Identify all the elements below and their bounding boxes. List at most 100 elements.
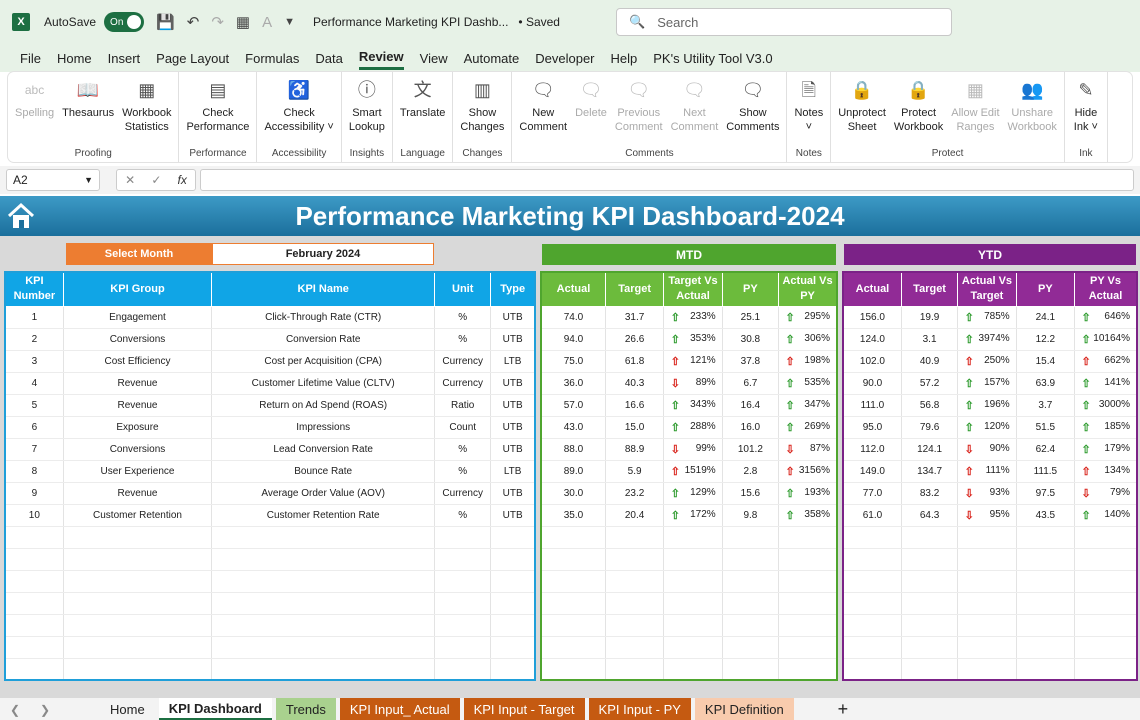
- kpi-group-cell[interactable]: Conversions: [63, 328, 213, 351]
- ytd-target-cell[interactable]: 19.9: [901, 306, 959, 329]
- empty-cell[interactable]: [663, 570, 723, 593]
- empty-cell[interactable]: [63, 658, 213, 681]
- kpi-number-cell[interactable]: 7: [5, 438, 64, 461]
- ytd-actual-cell[interactable]: 61.0: [843, 504, 902, 527]
- mtd-actual-vs-py-cell[interactable]: ⇧ 306%: [778, 328, 838, 351]
- mtd-actual-cell[interactable]: 57.0: [541, 394, 606, 417]
- ytd-actual-vs-target-cell[interactable]: ⇧ 111%: [957, 460, 1017, 483]
- mtd-py-cell[interactable]: 9.8: [722, 504, 780, 527]
- mtd-actual-cell[interactable]: 75.0: [541, 350, 606, 373]
- kpi-name-cell[interactable]: Bounce Rate: [211, 460, 436, 483]
- mtd-target-vs-actual-cell[interactable]: ⇧ 172%: [663, 504, 723, 527]
- empty-cell[interactable]: [5, 636, 64, 659]
- empty-cell[interactable]: [722, 592, 780, 615]
- kpi-number-cell[interactable]: 1: [5, 306, 64, 329]
- scroll-right-icon[interactable]: ❯: [30, 703, 60, 717]
- font-color-icon[interactable]: A: [262, 14, 272, 31]
- kpi-unit-cell[interactable]: %: [434, 306, 492, 329]
- kpi-type-cell[interactable]: UTB: [490, 328, 536, 351]
- empty-cell[interactable]: [901, 658, 959, 681]
- mtd-target-cell[interactable]: 31.7: [605, 306, 665, 329]
- kpi-unit-cell[interactable]: %: [434, 504, 492, 527]
- ytd-actual-vs-target-cell[interactable]: ⇧ 157%: [957, 372, 1017, 395]
- mtd-py-cell[interactable]: 16.4: [722, 394, 780, 417]
- empty-cell[interactable]: [722, 636, 780, 659]
- mtd-actual-cell[interactable]: 74.0: [541, 306, 606, 329]
- empty-cell[interactable]: [778, 548, 838, 571]
- kpi-number-cell[interactable]: 4: [5, 372, 64, 395]
- menu-item-file[interactable]: File: [20, 48, 41, 69]
- mtd-py-cell[interactable]: 16.0: [722, 416, 780, 439]
- mtd-target-cell[interactable]: 15.0: [605, 416, 665, 439]
- menu-item-developer[interactable]: Developer: [535, 48, 594, 69]
- ytd-actual-vs-target-cell[interactable]: ⇩ 95%: [957, 504, 1017, 527]
- empty-cell[interactable]: [778, 614, 838, 637]
- empty-cell[interactable]: [843, 570, 902, 593]
- ytd-actual-vs-target-cell[interactable]: ⇧ 3974%: [957, 328, 1017, 351]
- ytd-py-cell[interactable]: 62.4: [1016, 438, 1076, 461]
- empty-cell[interactable]: [211, 636, 436, 659]
- kpi-name-cell[interactable]: Impressions: [211, 416, 436, 439]
- empty-cell[interactable]: [63, 570, 213, 593]
- kpi-group-cell[interactable]: Engagement: [63, 306, 213, 329]
- empty-cell[interactable]: [722, 614, 780, 637]
- empty-cell[interactable]: [605, 592, 665, 615]
- ytd-actual-cell[interactable]: 111.0: [843, 394, 902, 417]
- empty-cell[interactable]: [901, 570, 959, 593]
- empty-cell[interactable]: [957, 658, 1017, 681]
- kpi-number-cell[interactable]: 5: [5, 394, 64, 417]
- menu-item-data[interactable]: Data: [315, 48, 342, 69]
- sheet-tab-home[interactable]: Home: [100, 698, 155, 720]
- mtd-target-cell[interactable]: 23.2: [605, 482, 665, 505]
- mtd-target-cell[interactable]: 26.6: [605, 328, 665, 351]
- ytd-py-cell[interactable]: 51.5: [1016, 416, 1076, 439]
- empty-cell[interactable]: [843, 614, 902, 637]
- borders-icon[interactable]: ▦: [236, 13, 250, 31]
- ytd-target-cell[interactable]: 64.3: [901, 504, 959, 527]
- scroll-left-icon[interactable]: ❮: [0, 703, 30, 717]
- mtd-py-cell[interactable]: 30.8: [722, 328, 780, 351]
- menu-item-formulas[interactable]: Formulas: [245, 48, 299, 69]
- mtd-actual-vs-py-cell[interactable]: ⇧ 535%: [778, 372, 838, 395]
- empty-cell[interactable]: [605, 614, 665, 637]
- ytd-actual-cell[interactable]: 112.0: [843, 438, 902, 461]
- empty-cell[interactable]: [63, 548, 213, 571]
- autosave-toggle[interactable]: On: [104, 12, 145, 32]
- mtd-target-cell[interactable]: 5.9: [605, 460, 665, 483]
- empty-cell[interactable]: [1074, 636, 1138, 659]
- kpi-type-cell[interactable]: LTB: [490, 460, 536, 483]
- empty-cell[interactable]: [901, 592, 959, 615]
- mtd-actual-vs-py-cell[interactable]: ⇧ 193%: [778, 482, 838, 505]
- kpi-unit-cell[interactable]: Ratio: [434, 394, 492, 417]
- empty-cell[interactable]: [211, 658, 436, 681]
- empty-cell[interactable]: [5, 548, 64, 571]
- empty-cell[interactable]: [434, 592, 492, 615]
- empty-cell[interactable]: [541, 614, 606, 637]
- kpi-unit-cell[interactable]: %: [434, 328, 492, 351]
- kpi-number-cell[interactable]: 8: [5, 460, 64, 483]
- kpi-number-cell[interactable]: 9: [5, 482, 64, 505]
- ytd-actual-cell[interactable]: 149.0: [843, 460, 902, 483]
- empty-cell[interactable]: [434, 548, 492, 571]
- empty-cell[interactable]: [901, 526, 959, 549]
- empty-cell[interactable]: [1016, 570, 1076, 593]
- empty-cell[interactable]: [605, 658, 665, 681]
- empty-cell[interactable]: [1074, 570, 1138, 593]
- empty-cell[interactable]: [434, 658, 492, 681]
- empty-cell[interactable]: [957, 526, 1017, 549]
- kpi-number-cell[interactable]: 6: [5, 416, 64, 439]
- sheet-tab-kpi-input-actual[interactable]: KPI Input_ Actual: [339, 698, 460, 720]
- kpi-type-cell[interactable]: UTB: [490, 482, 536, 505]
- empty-cell[interactable]: [211, 592, 436, 615]
- mtd-target-cell[interactable]: 20.4: [605, 504, 665, 527]
- mtd-py-cell[interactable]: 6.7: [722, 372, 780, 395]
- mtd-actual-vs-py-cell[interactable]: ⇧ 269%: [778, 416, 838, 439]
- empty-cell[interactable]: [490, 526, 536, 549]
- save-icon[interactable]: 💾: [156, 13, 175, 31]
- mtd-actual-cell[interactable]: 88.0: [541, 438, 606, 461]
- empty-cell[interactable]: [722, 548, 780, 571]
- ytd-actual-vs-target-cell[interactable]: ⇧ 196%: [957, 394, 1017, 417]
- empty-cell[interactable]: [957, 614, 1017, 637]
- menu-item-review[interactable]: Review: [358, 46, 404, 70]
- ytd-py-vs-actual-cell[interactable]: ⇧ 185%: [1074, 416, 1138, 439]
